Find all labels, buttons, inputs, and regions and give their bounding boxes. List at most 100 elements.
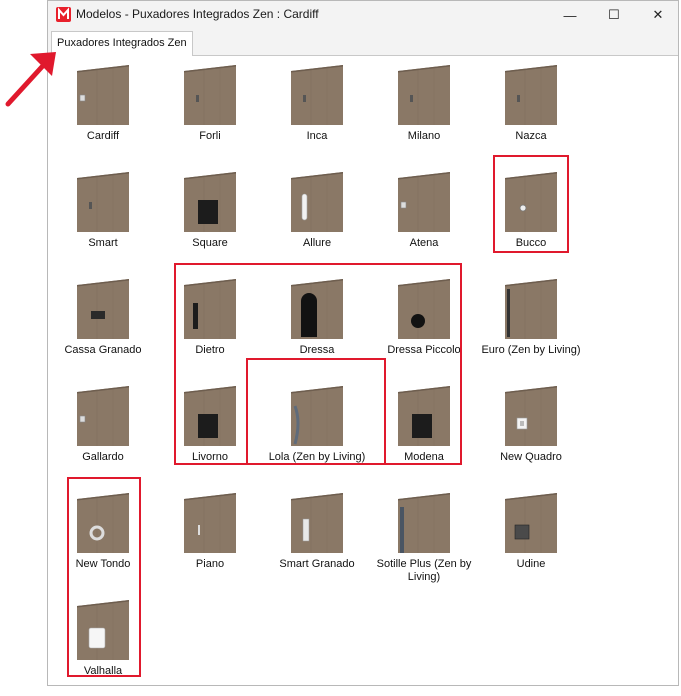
model-item-new-tondo[interactable]: New Tondo [53, 489, 153, 589]
model-item-forli[interactable]: Forli [160, 61, 260, 161]
model-label: Valhalla [83, 665, 123, 677]
door-panel-icon [77, 600, 129, 660]
model-label: Forli [199, 130, 221, 142]
model-label: Atena [409, 237, 439, 249]
model-item-lola-zen-by-living[interactable]: Lola (Zen by Living) [267, 382, 367, 482]
door-panel-icon [398, 65, 450, 125]
door-thumbnail [77, 172, 129, 232]
model-item-dietro[interactable]: Dietro [160, 275, 260, 375]
door-panel-icon [77, 493, 129, 553]
minimize-button[interactable]: — [548, 1, 592, 29]
model-label: Modena [404, 451, 444, 463]
model-label: Sotille Plus (Zen by Living) [376, 558, 472, 583]
model-label: Smart [88, 237, 118, 249]
door-panel-icon [184, 386, 236, 446]
door-panel-icon [398, 386, 450, 446]
door-thumbnail [291, 172, 343, 232]
door-panel-icon [291, 279, 343, 339]
app-logo-icon [56, 7, 71, 22]
model-label: Bucco [515, 237, 547, 249]
door-thumbnail [505, 65, 557, 125]
model-label: Allure [302, 237, 332, 249]
model-label: Cassa Granado [64, 344, 142, 356]
door-panel-icon [184, 172, 236, 232]
model-label: Inca [306, 130, 328, 142]
model-label: Udine [516, 558, 546, 570]
door-panel-icon [77, 172, 129, 232]
window-title: Modelos - Puxadores Integrados Zen : Car… [76, 7, 319, 21]
door-thumbnail [505, 493, 557, 553]
models-window: Modelos - Puxadores Integrados Zen : Car… [47, 0, 679, 686]
model-item-dressa-piccolo[interactable]: Dressa Piccolo [374, 275, 474, 375]
door-thumbnail [77, 279, 129, 339]
door-thumbnail [398, 172, 450, 232]
model-label: Lola (Zen by Living) [268, 451, 366, 463]
model-item-piano[interactable]: Piano [160, 489, 260, 589]
door-thumbnail [77, 65, 129, 125]
model-label: Square [192, 237, 228, 249]
model-item-udine[interactable]: Udine [481, 489, 581, 589]
model-item-atena[interactable]: Atena [374, 168, 474, 268]
close-icon: ✕ [652, 7, 664, 22]
model-item-sotille-plus-zen-by-living[interactable]: Sotille Plus (Zen by Living) [374, 489, 474, 589]
model-label: New Quadro [500, 451, 562, 463]
model-grid: Cardiff Forli Inca Milano Nazca Smart Square Al… [48, 56, 678, 685]
minimize-icon: — [563, 7, 577, 23]
door-thumbnail [505, 279, 557, 339]
door-panel-icon [505, 386, 557, 446]
door-thumbnail [398, 386, 450, 446]
model-item-new-quadro[interactable]: New Quadro [481, 382, 581, 482]
title-bar[interactable]: Modelos - Puxadores Integrados Zen : Car… [48, 1, 678, 29]
model-item-inca[interactable]: Inca [267, 61, 367, 161]
model-item-nazca[interactable]: Nazca [481, 61, 581, 161]
door-thumbnail [184, 493, 236, 553]
door-panel-icon [398, 279, 450, 339]
door-thumbnail [398, 493, 450, 553]
model-label: Nazca [515, 130, 547, 142]
door-thumbnail [184, 172, 236, 232]
close-button[interactable]: ✕ [636, 1, 680, 29]
door-panel-icon [77, 65, 129, 125]
door-panel-icon [77, 386, 129, 446]
model-item-modena[interactable]: Modena [374, 382, 474, 482]
model-item-cassa-granado[interactable]: Cassa Granado [53, 275, 153, 375]
door-panel-icon [184, 65, 236, 125]
door-panel-icon [398, 172, 450, 232]
model-label: Livorno [191, 451, 229, 463]
door-panel-icon [291, 65, 343, 125]
door-panel-icon [291, 493, 343, 553]
model-item-gallardo[interactable]: Gallardo [53, 382, 153, 482]
model-item-bucco[interactable]: Bucco [481, 168, 581, 268]
door-thumbnail [291, 65, 343, 125]
door-panel-icon [184, 279, 236, 339]
model-label: Dietro [195, 344, 225, 356]
model-item-square[interactable]: Square [160, 168, 260, 268]
model-item-euro-zen-by-living[interactable]: Euro (Zen by Living) [481, 275, 581, 375]
door-panel-icon [291, 172, 343, 232]
door-panel-icon [505, 279, 557, 339]
door-thumbnail [398, 65, 450, 125]
tab-puxadores-integrados-zen[interactable]: Puxadores Integrados Zen [51, 31, 193, 56]
door-panel-icon [398, 493, 450, 553]
annotation-arrow-icon [5, 52, 56, 107]
model-item-livorno[interactable]: Livorno [160, 382, 260, 482]
model-item-dressa[interactable]: Dressa [267, 275, 367, 375]
door-thumbnail [505, 386, 557, 446]
door-thumbnail [291, 279, 343, 339]
door-thumbnail [77, 493, 129, 553]
door-thumbnail [77, 600, 129, 660]
model-label: Piano [195, 558, 225, 570]
model-label: Smart Granado [279, 558, 355, 570]
maximize-button[interactable]: ☐ [592, 1, 636, 29]
model-label: Dressa [299, 344, 335, 356]
model-item-smart[interactable]: Smart [53, 168, 153, 268]
tab-strip: Puxadores Integrados Zen [48, 29, 678, 56]
model-item-cardiff[interactable]: Cardiff [53, 61, 153, 161]
model-item-smart-granado[interactable]: Smart Granado [267, 489, 367, 589]
model-label: Milano [407, 130, 441, 142]
model-label: Gallardo [82, 451, 124, 463]
model-item-milano[interactable]: Milano [374, 61, 474, 161]
model-item-allure[interactable]: Allure [267, 168, 367, 268]
door-thumbnail [291, 386, 343, 446]
model-item-valhalla[interactable]: Valhalla [53, 596, 153, 696]
